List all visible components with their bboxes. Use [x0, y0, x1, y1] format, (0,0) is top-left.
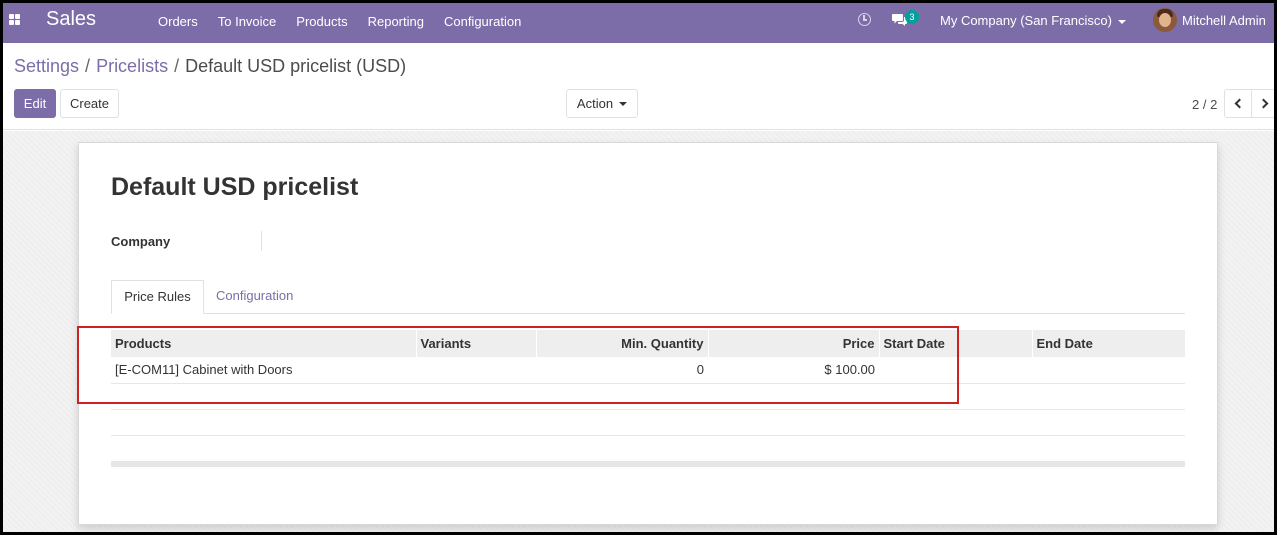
table-row[interactable]: [E-COM11] Cabinet with Doors 0 $ 100.00 — [111, 357, 1185, 384]
apps-menu-icon[interactable] — [9, 14, 20, 25]
cell-price: $ 100.00 — [708, 357, 879, 384]
breadcrumb-separator: / — [174, 56, 180, 76]
tab-price-rules[interactable]: Price Rules — [111, 280, 204, 314]
breadcrumb: Settings / Pricelists / Default USD pricelis… — [14, 56, 406, 77]
control-panel: Settings / Pricelists / Default USD pricelis… — [0, 43, 1277, 130]
main-menu: Orders To Invoice Products Reporting Con… — [148, 0, 531, 43]
pager-next-button[interactable] — [1251, 89, 1277, 118]
column-header-price[interactable]: Price — [707, 330, 879, 357]
cell-start-date — [879, 357, 1032, 384]
cell-product: [E-COM11] Cabinet with Doors — [111, 357, 416, 384]
form-sheet: Default USD pricelist Company Price Rule… — [78, 142, 1218, 525]
column-header-end-date[interactable]: End Date — [1031, 330, 1185, 357]
cell-end-date — [1032, 357, 1185, 384]
app-brand[interactable]: Sales — [46, 8, 96, 31]
price-rules-table: Products Variants Min. Quantity Price St… — [111, 330, 1185, 467]
action-label: Action — [576, 96, 614, 111]
notebook-tabs: Price Rules Configuration — [111, 280, 1185, 314]
breadcrumb-settings[interactable]: Settings — [14, 56, 79, 76]
create-button[interactable]: Create — [60, 89, 119, 118]
menu-orders[interactable]: Orders — [148, 14, 208, 29]
record-title: Default USD pricelist — [111, 173, 359, 201]
edit-button[interactable]: Edit — [14, 89, 56, 118]
column-header-start-date[interactable]: Start Date — [878, 330, 1032, 357]
column-header-products[interactable]: Products — [111, 330, 416, 357]
user-name[interactable]: Mitchell Admin — [1182, 13, 1266, 28]
chevron-down-icon — [1117, 19, 1126, 24]
empty-row — [111, 383, 1185, 410]
breadcrumb-separator: / — [85, 56, 91, 76]
company-name: My Company (San Francisco) — [940, 13, 1112, 28]
chevron-left-icon — [1234, 98, 1245, 109]
menu-reporting[interactable]: Reporting — [358, 14, 434, 29]
action-dropdown[interactable]: Action — [566, 89, 638, 118]
top-navbar: Sales Orders To Invoice Products Reporti… — [0, 0, 1277, 43]
company-label: Company — [111, 234, 171, 249]
breadcrumb-current: Default USD pricelist (USD) — [185, 56, 407, 76]
pager-value[interactable]: 2 / 2 — [1192, 97, 1217, 112]
tab-configuration[interactable]: Configuration — [204, 280, 305, 314]
cell-variant — [416, 357, 536, 384]
table-footer — [111, 461, 1185, 467]
company-field-value — [261, 231, 262, 251]
menu-configuration[interactable]: Configuration — [434, 14, 531, 29]
pager-previous-button[interactable] — [1224, 89, 1252, 118]
column-header-min-quantity[interactable]: Min. Quantity — [535, 330, 708, 357]
chevron-right-icon — [1258, 98, 1269, 109]
table-header-row: Products Variants Min. Quantity Price St… — [111, 330, 1185, 357]
empty-row — [111, 409, 1185, 436]
chevron-down-icon — [619, 101, 628, 106]
cell-min-quantity: 0 — [536, 357, 708, 384]
empty-row — [111, 435, 1185, 462]
user-avatar[interactable] — [1153, 8, 1177, 32]
column-header-variants[interactable]: Variants — [415, 330, 536, 357]
menu-products[interactable]: Products — [286, 14, 357, 29]
breadcrumb-pricelists[interactable]: Pricelists — [96, 56, 168, 76]
chat-count-badge: 3 — [905, 10, 919, 24]
activity-clock-icon[interactable] — [858, 13, 871, 26]
menu-to-invoice[interactable]: To Invoice — [208, 14, 287, 29]
company-switcher[interactable]: My Company (San Francisco) — [940, 13, 1126, 28]
